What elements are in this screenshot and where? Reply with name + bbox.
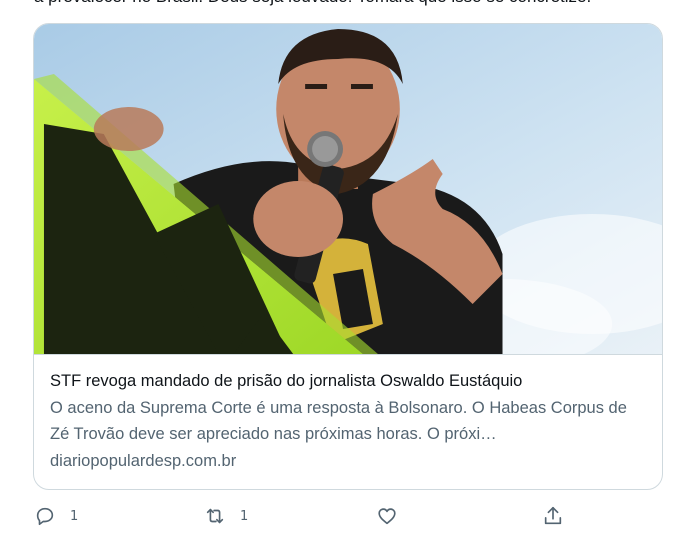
- card-image[interactable]: [34, 24, 662, 355]
- card-photo: [34, 24, 662, 354]
- share-icon: [544, 506, 562, 525]
- tweet-text: a prevalecer no Brasil. Deus seja louvad…: [34, 0, 591, 8]
- like-button[interactable]: [376, 505, 412, 527]
- retweet-button[interactable]: 1: [204, 505, 248, 527]
- reply-icon: [36, 507, 54, 526]
- heart-icon: [378, 508, 396, 525]
- card-description: O aceno da Suprema Corte é uma resposta …: [50, 399, 627, 443]
- reply-button[interactable]: 1: [34, 505, 78, 527]
- card-domain: diariopopulardesp.com.br: [50, 452, 237, 470]
- link-preview-card[interactable]: STF revoga mandado de prisão do jornalis…: [33, 23, 663, 490]
- retweet-count: 1: [240, 508, 249, 524]
- tweet-screenshot: a prevalecer no Brasil. Deus seja louvad…: [0, 0, 674, 547]
- tweet-actions: 1 1: [34, 505, 574, 535]
- share-button[interactable]: [542, 505, 564, 527]
- reply-count: 1: [70, 508, 79, 524]
- card-title[interactable]: STF revoga mandado de prisão do jornalis…: [50, 368, 646, 394]
- card-body: STF revoga mandado de prisão do jornalis…: [34, 355, 662, 474]
- retweet-icon: [206, 508, 224, 524]
